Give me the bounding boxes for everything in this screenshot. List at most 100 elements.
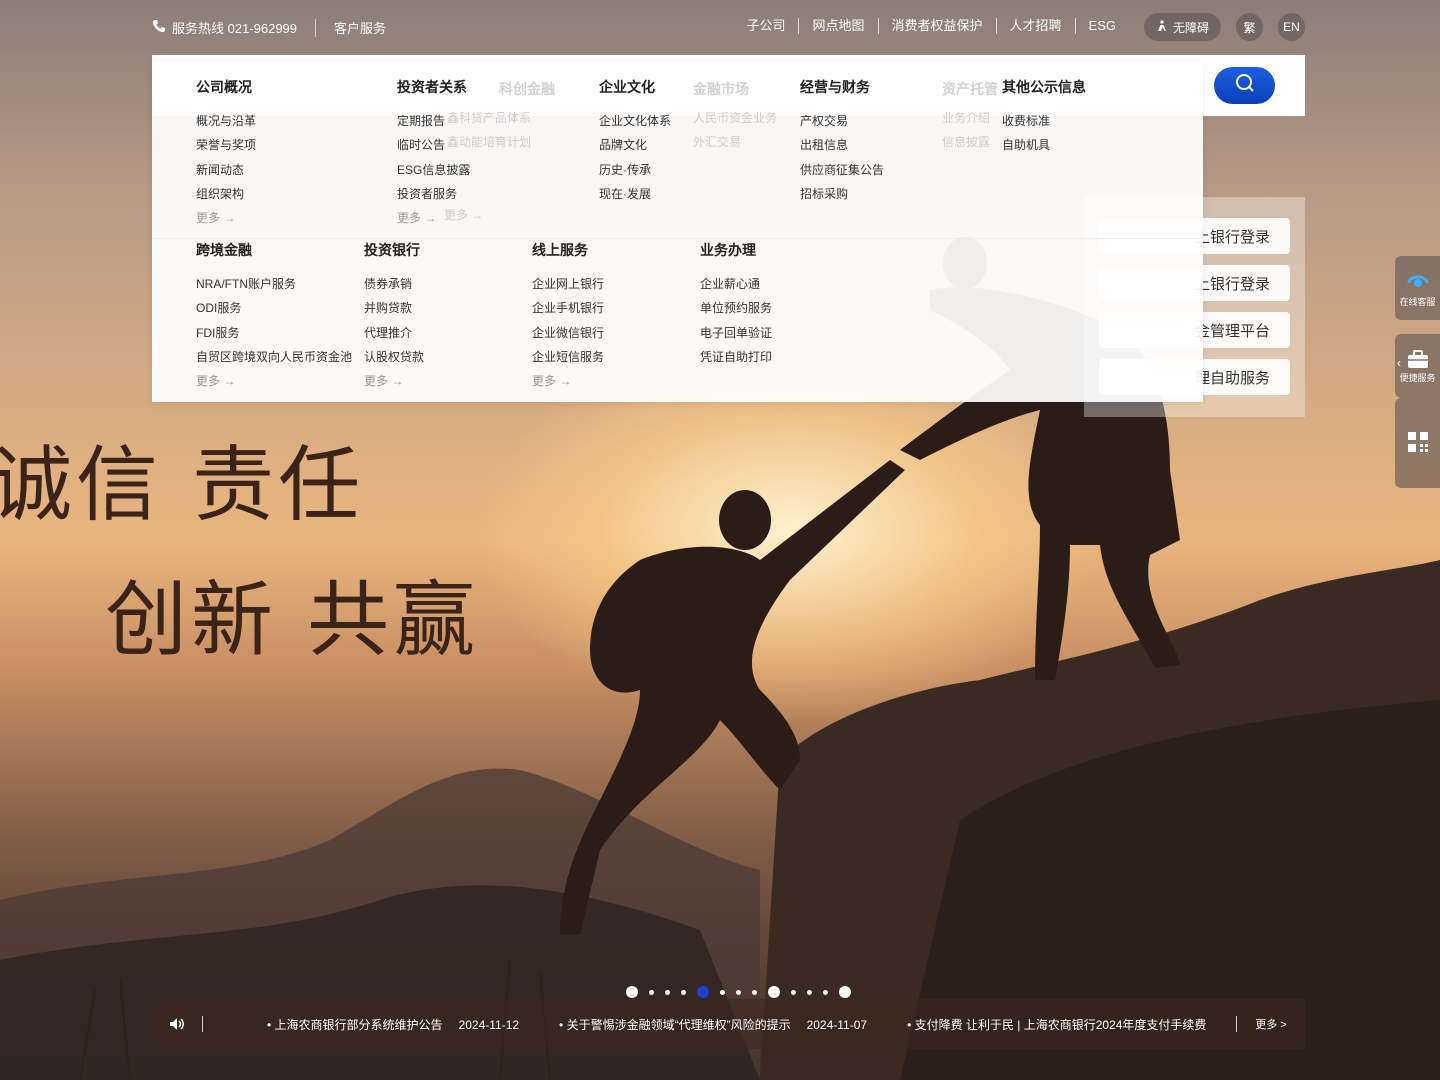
menu-item[interactable]: 代理推介: [364, 325, 424, 341]
menu-col-corporate-culture: 企业文化 企业文化体系 品牌文化 历史·传承 现在·发展: [599, 76, 671, 210]
menu-item[interactable]: 概况与沿革: [196, 113, 256, 129]
menu-item[interactable]: FDI服务: [196, 325, 352, 341]
briefcase-icon: [1407, 349, 1429, 371]
menu-item[interactable]: 企业微信银行: [532, 325, 604, 341]
online-customer-service-button[interactable]: 在线客服: [1395, 256, 1440, 320]
hero-slogan-line2: 创新 共赢: [105, 573, 480, 668]
menu-item[interactable]: ODI服务: [196, 300, 352, 316]
customer-service-link[interactable]: 客户服务: [334, 18, 386, 37]
menu-item[interactable]: 组织架构: [196, 186, 256, 202]
top-bar: 服务热线 021-962999 客户服务 子公司 网点地图 消费者权益保护 人才…: [0, 0, 1440, 55]
menu-heading[interactable]: 跨境金融: [196, 239, 352, 261]
hotline-text: 服务热线 021-962999: [172, 21, 298, 36]
menu-heading[interactable]: 其他公示信息: [1002, 76, 1086, 98]
menu-heading[interactable]: 业务办理: [700, 239, 772, 261]
carousel-dot[interactable]: [664, 989, 670, 995]
menu-item[interactable]: 供应商征集公告: [800, 162, 884, 178]
menu-heading[interactable]: 线上服务: [532, 239, 604, 261]
news-more-link[interactable]: 更多 >: [1237, 1016, 1305, 1032]
menu-item[interactable]: 收费标准: [1002, 113, 1086, 129]
menu-item[interactable]: 企业薪心通: [700, 276, 772, 292]
menu-item[interactable]: 单位预约服务: [700, 300, 772, 316]
link-consumer-rights[interactable]: 消费者权益保护: [879, 18, 997, 34]
carousel-dot[interactable]: [806, 989, 812, 995]
carousel-dot[interactable]: [838, 986, 851, 998]
menu-col-company-overview: 公司概况 概况与沿革 荣誉与奖项 新闻动态 组织架构 更多 →: [196, 76, 256, 226]
menu-heading[interactable]: 经营与财务: [800, 76, 884, 98]
menu-item[interactable]: 凭证自助打印: [700, 349, 772, 365]
menu-item[interactable]: 荣誉与奖项: [196, 137, 256, 153]
menu-item[interactable]: NRA/FTN账户服务: [196, 276, 352, 292]
ghost-item: 信息披露: [942, 135, 991, 149]
link-careers[interactable]: 人才招聘: [997, 18, 1076, 34]
menu-item[interactable]: 企业网上银行: [532, 276, 604, 292]
mega-menu-dropdown: 科创金融 金融市场 资产托管 鑫科贷产品体系 鑫动能培育计划 人民币资金业务 外…: [152, 61, 1203, 402]
menu-item[interactable]: 招标采购: [800, 186, 884, 202]
news-item[interactable]: • 上海农商银行部分系统维护公告 2024-11-12: [267, 1016, 519, 1033]
menu-item[interactable]: 自助机具: [1002, 137, 1086, 153]
menu-item[interactable]: 自贸区跨境双向人民币资金池: [196, 349, 352, 365]
phone-icon: [152, 19, 166, 36]
ghost-item: 业务介绍: [942, 111, 991, 125]
menu-heading[interactable]: 投资银行: [364, 239, 424, 261]
menu-item[interactable]: 企业文化体系: [599, 113, 671, 129]
menu-item[interactable]: 债券承销: [364, 276, 424, 292]
menu-more-link[interactable]: 更多 →: [397, 210, 470, 226]
menu-col-investment-banking: 投资银行 债券承销 并购贷款 代理推介 认股权贷款 更多 →: [364, 239, 424, 389]
search-button[interactable]: [1214, 67, 1275, 104]
carousel-dot[interactable]: [625, 986, 638, 998]
carousel-dot[interactable]: [751, 989, 757, 995]
chevron-left-icon[interactable]: ‹: [1397, 356, 1401, 370]
carousel-dot[interactable]: [648, 989, 654, 995]
news-item[interactable]: • 关于警惕涉金融领域“代理维权”风险的提示 2024-11-07: [559, 1016, 867, 1033]
menu-item[interactable]: 品牌文化: [599, 137, 671, 153]
search-icon: [1235, 73, 1255, 98]
menu-item[interactable]: 企业短信服务: [532, 349, 604, 365]
accessibility-button[interactable]: 无障碍: [1144, 13, 1221, 41]
carousel-dot[interactable]: [719, 989, 725, 995]
menu-item[interactable]: 电子回单验证: [700, 325, 772, 341]
menu-item[interactable]: 历史·传承: [599, 162, 671, 178]
carousel-dot[interactable]: [790, 989, 796, 995]
menu-item[interactable]: 企业手机银行: [532, 300, 604, 316]
menu-item[interactable]: 临时公告: [397, 137, 470, 153]
menu-col-business-handling: 业务办理 企业薪心通 单位预约服务 电子回单验证 凭证自助打印: [700, 239, 772, 373]
news-item[interactable]: • 支付降费 让利于民 | 上海农商银行2024年度支付手续费: [907, 1016, 1206, 1033]
speaker-icon[interactable]: [152, 1017, 202, 1031]
traditional-chinese-button[interactable]: 繁: [1236, 13, 1263, 41]
menu-item[interactable]: 投资者服务: [397, 186, 470, 202]
menu-item[interactable]: 并购贷款: [364, 300, 424, 316]
ghost-heading: 科创金融: [499, 81, 555, 97]
menu-more-link[interactable]: 更多 →: [364, 373, 424, 389]
menu-heading[interactable]: 企业文化: [599, 76, 671, 98]
link-branch-map[interactable]: 网点地图: [799, 18, 879, 34]
menu-heading[interactable]: 公司概况: [196, 76, 256, 98]
menu-more-link[interactable]: 更多 →: [532, 373, 604, 389]
link-subsidiary[interactable]: 子公司: [733, 18, 800, 34]
menu-item[interactable]: 出租信息: [800, 137, 884, 153]
menu-more-link[interactable]: 更多 →: [196, 373, 352, 389]
menu-more-link[interactable]: 更多 →: [196, 210, 256, 226]
link-esg[interactable]: ESG: [1076, 18, 1129, 34]
menu-heading[interactable]: 投资者关系: [397, 76, 470, 98]
quick-service-button[interactable]: 便捷服务: [1395, 334, 1440, 398]
menu-col-online-services: 线上服务 企业网上银行 企业手机银行 企业微信银行 企业短信服务 更多 →: [532, 239, 604, 389]
carousel-dot[interactable]: [680, 989, 686, 995]
ghost-heading: 资产托管: [942, 81, 998, 97]
carousel-dot-active[interactable]: [696, 986, 709, 998]
carousel-dot[interactable]: [822, 989, 828, 995]
menu-item[interactable]: 现在·发展: [599, 186, 671, 202]
carousel-indicators: [620, 986, 856, 998]
qr-code-button[interactable]: [1395, 398, 1440, 488]
english-button[interactable]: EN: [1278, 13, 1305, 41]
menu-item[interactable]: 认股权贷款: [364, 349, 424, 365]
menu-col-operations-finance: 经营与财务 产权交易 出租信息 供应商征集公告 招标采购: [800, 76, 884, 210]
menu-item[interactable]: 新闻动态: [196, 162, 256, 178]
carousel-dot[interactable]: [767, 986, 780, 998]
menu-item[interactable]: 定期报告: [397, 113, 470, 129]
menu-item[interactable]: 产权交易: [800, 113, 884, 129]
menu-col-other-disclosure: 其他公示信息 收费标准 自助机具: [1002, 76, 1086, 162]
menu-item[interactable]: ESG信息披露: [397, 162, 470, 178]
news-date: 2024-11-07: [806, 1017, 868, 1032]
carousel-dot[interactable]: [735, 989, 741, 995]
